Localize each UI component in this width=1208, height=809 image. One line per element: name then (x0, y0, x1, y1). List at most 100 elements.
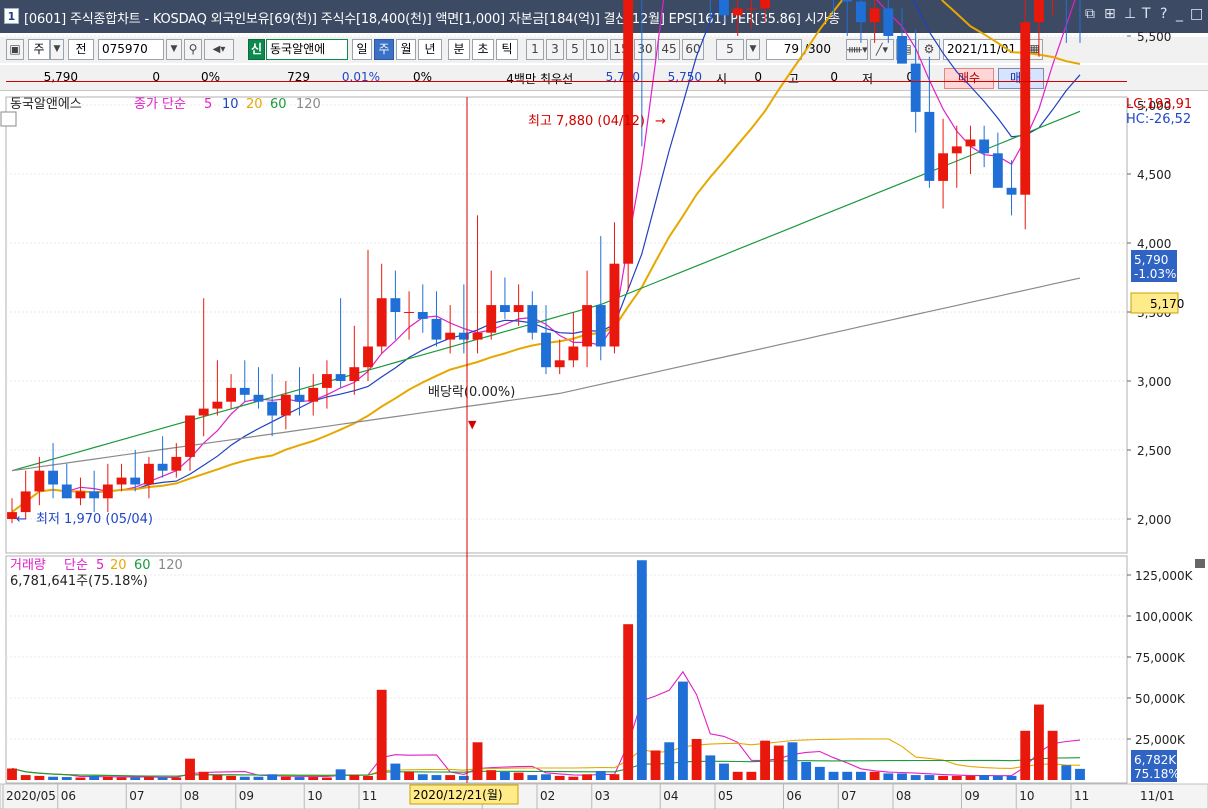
candle-body (335, 374, 346, 381)
volume-bar (677, 681, 688, 780)
candle-body (267, 401, 278, 416)
volume-panel-close-icon[interactable] (1195, 559, 1205, 568)
candle-body (239, 387, 250, 395)
volume-bar (910, 775, 921, 780)
volume-bar (869, 771, 880, 780)
volume-bar (924, 775, 935, 780)
price-name-label[interactable]: 동국알앤에스 (10, 97, 82, 112)
dividend-annotation: 배당락(0.00%) (428, 385, 515, 400)
volume-bar (157, 777, 168, 780)
volume-panel-frame (5, 555, 1128, 784)
candle-body (719, 0, 729, 16)
candle-body (1033, 0, 1044, 23)
candle-body (992, 153, 1003, 188)
x-axis-label: 2020/05 (6, 789, 56, 803)
volume-bar (636, 560, 647, 780)
volume-bar (321, 777, 332, 780)
candle-body (390, 298, 401, 312)
price-ma5-label: 5 (204, 97, 212, 112)
candle-body (499, 305, 510, 312)
volume-bar (185, 758, 195, 780)
volume-bar (486, 770, 497, 780)
volume-bar (226, 775, 237, 780)
volume-bar (1020, 730, 1031, 780)
candle-body (732, 8, 743, 16)
candle-body (308, 387, 319, 402)
low-arrow-icon: ← (16, 512, 27, 527)
volume-bar (1075, 768, 1085, 780)
volume-axis-label: 25,000K (1135, 733, 1186, 747)
candle-body (171, 456, 182, 471)
volume-bar (719, 763, 729, 780)
chart-table-icon[interactable] (0, 111, 17, 127)
x-axis-label: 11 (1074, 789, 1089, 803)
x-axis-label: 06 (786, 789, 801, 803)
price-ma60-label: 60 (270, 97, 287, 112)
candle-body (855, 1, 866, 23)
stock-chart[interactable]: 7,5007,0006,5006,0005,5005,0004,5004,000… (0, 0, 1208, 809)
price-axis-label: 4,000 (1137, 237, 1171, 251)
volume-ma120-label: 120 (158, 558, 183, 573)
volume-ma-label: 단순 (64, 558, 88, 573)
volume-bar (212, 775, 223, 780)
volume-bar (883, 773, 894, 780)
candle-body (527, 305, 538, 333)
candle-body (472, 332, 483, 340)
volume-axis-label: 50,000K (1135, 692, 1186, 706)
volume-bar (1061, 765, 1072, 780)
candle-body (20, 491, 31, 513)
candle-body (746, 8, 757, 10)
candle-body (116, 477, 127, 485)
volume-bar (787, 742, 798, 780)
volume-bar (554, 775, 565, 780)
volume-bar (938, 775, 949, 780)
candle-body (431, 318, 442, 340)
candle-body (226, 387, 237, 402)
volume-bar (89, 775, 100, 780)
volume-bar (732, 771, 743, 780)
volume-bar (568, 776, 579, 780)
high-annotation: 최고 7,880 (04/12) (528, 114, 645, 129)
volume-bar (609, 774, 620, 780)
candle-body (253, 394, 264, 402)
volume-bar (267, 774, 278, 780)
volume-bar (198, 771, 209, 780)
volume-bar (855, 771, 866, 780)
price-axis-label: 4,500 (1137, 168, 1171, 182)
dividend-marker-icon: ▼ (468, 418, 477, 431)
volume-bar (814, 766, 825, 780)
candle-body (609, 263, 620, 347)
price-axis-label: 3,000 (1137, 375, 1171, 389)
candle-body (513, 305, 524, 312)
volume-ma5-label: 5 (96, 558, 104, 573)
x-axis-label: 07 (129, 789, 144, 803)
volume-bar (664, 742, 675, 780)
volume-bar (773, 745, 784, 780)
crosshair-date-value: 2020/12/21(월) (413, 788, 503, 802)
volume-bar (130, 777, 141, 780)
volume-bar (582, 774, 593, 780)
candle-body (404, 312, 415, 313)
candle-body (198, 408, 209, 416)
volume-bar (431, 775, 442, 780)
volume-bar (363, 775, 373, 780)
candle-body (280, 394, 291, 416)
volume-bar (239, 776, 250, 780)
candle-body (897, 36, 907, 64)
volume-bar (1006, 775, 1017, 780)
volume-bar (828, 771, 839, 780)
volume-bar (1033, 704, 1044, 780)
candle-body (582, 305, 593, 347)
volume-bar (116, 777, 127, 780)
volume-bar (102, 776, 113, 780)
volume-bar (705, 755, 716, 780)
x-axis-label: 08 (896, 789, 911, 803)
x-axis-label: 06 (61, 789, 76, 803)
price-ma120-label: 120 (296, 97, 321, 112)
volume-title[interactable]: 거래량 (10, 558, 46, 573)
candle-body (102, 484, 113, 499)
candle-body (212, 401, 223, 409)
price-ma-label: 종가 단순 (134, 97, 186, 112)
volume-axis-label: 100,000K (1135, 610, 1194, 624)
candle-body (294, 394, 305, 402)
